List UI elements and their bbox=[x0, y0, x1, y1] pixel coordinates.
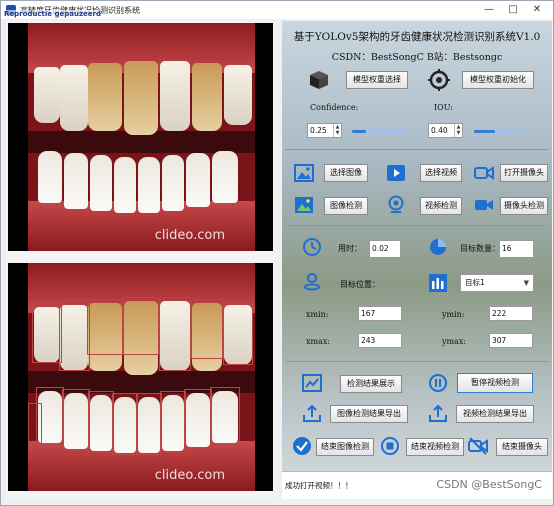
time-field[interactable]: 0.02 bbox=[369, 240, 401, 258]
xmin-label: xmin: bbox=[306, 310, 329, 319]
ymax-label: ymax: bbox=[442, 337, 467, 346]
location-person-icon bbox=[304, 273, 320, 291]
stop-circle-icon bbox=[381, 437, 399, 455]
clideo-watermark: clideo.com bbox=[154, 228, 225, 243]
clideo-watermark: clideo.com bbox=[154, 468, 225, 483]
ymin-label: ymin: bbox=[442, 310, 465, 319]
iou-label: IOU: bbox=[434, 103, 453, 112]
upload-icon bbox=[429, 404, 447, 422]
pie-chart-icon bbox=[430, 239, 446, 255]
xmax-field[interactable]: 243 bbox=[358, 333, 402, 348]
camera-off-icon bbox=[468, 437, 488, 455]
camera-detect-icon bbox=[475, 200, 493, 210]
image-icon bbox=[294, 164, 314, 182]
divider bbox=[285, 225, 549, 226]
select-weights-button[interactable]: 模型权重选择 bbox=[346, 71, 408, 89]
confidence-slider[interactable] bbox=[352, 129, 406, 133]
detection-box bbox=[159, 297, 191, 371]
detection-box bbox=[87, 299, 123, 355]
spin-arrows[interactable]: ▲ ▼ bbox=[333, 124, 341, 137]
detection-video-frame: clideo.com bbox=[8, 263, 273, 491]
end-video-detect-button[interactable]: 结束视频检测 bbox=[406, 438, 464, 456]
ymax-field[interactable]: 307 bbox=[489, 333, 533, 348]
export-video-results-button[interactable]: 视频检测结果导出 bbox=[456, 405, 534, 423]
cube-icon bbox=[310, 71, 328, 89]
time-label: 用时： bbox=[338, 244, 362, 253]
check-circle-icon bbox=[293, 437, 311, 455]
source-video-frame: clideo.com bbox=[8, 23, 273, 251]
video-detect-button[interactable]: 视频检测 bbox=[420, 197, 462, 215]
playback-paused-tag: Reproductie gepauzeerd bbox=[4, 10, 101, 18]
detection-box bbox=[136, 393, 162, 455]
select-video-button[interactable]: 选择视频 bbox=[420, 164, 462, 182]
divider bbox=[285, 149, 549, 150]
chevron-down-icon: ▼ bbox=[523, 279, 529, 287]
iou-slider-fill bbox=[474, 130, 495, 133]
video-play-icon bbox=[387, 165, 405, 181]
detection-box bbox=[112, 393, 138, 455]
ymin-field[interactable]: 222 bbox=[489, 306, 533, 321]
show-results-button[interactable]: 检测结果展示 bbox=[340, 375, 402, 393]
window-controls: — □ ✕ bbox=[477, 1, 549, 19]
xmax-label: xmax: bbox=[306, 337, 331, 346]
settings-target-icon bbox=[428, 69, 450, 91]
camera-detect-button[interactable]: 摄像头检测 bbox=[500, 197, 548, 215]
teeth-photo-detected: clideo.com bbox=[28, 263, 255, 491]
minimize-button[interactable]: — bbox=[477, 1, 501, 19]
pause-icon bbox=[429, 374, 447, 392]
detection-box bbox=[123, 297, 159, 355]
confidence-label: Confidence: bbox=[310, 103, 359, 112]
webcam-icon bbox=[388, 195, 404, 213]
divider bbox=[285, 361, 549, 362]
target-select-value: 目标1 bbox=[465, 278, 485, 287]
teeth-photo-original: clideo.com bbox=[28, 23, 255, 251]
maximize-button[interactable]: □ bbox=[501, 1, 525, 19]
confidence-slider-fill bbox=[352, 130, 366, 133]
open-camera-button[interactable]: 打开摄像头 bbox=[500, 164, 548, 182]
init-weights-button[interactable]: 模型权重初始化 bbox=[462, 71, 534, 89]
detection-box bbox=[191, 299, 223, 359]
confidence-value: 0.25 bbox=[310, 126, 327, 135]
xmin-field[interactable]: 167 bbox=[358, 306, 402, 321]
detection-box bbox=[32, 301, 62, 363]
status-message: 成功打开视频！！！ bbox=[285, 481, 353, 490]
app-window: 高精度牙齿健康状况检测识别系统 — □ ✕ Reproductie gepauz… bbox=[0, 0, 554, 506]
count-field[interactable]: 16 bbox=[499, 240, 534, 258]
bar-chart-icon bbox=[429, 274, 447, 292]
detection-box bbox=[59, 299, 90, 371]
iou-slider[interactable] bbox=[474, 129, 526, 133]
control-panel: 基于YOLOv5架构的牙齿健康状况检测识别系统V1.0 CSDN：BestSon… bbox=[282, 21, 552, 499]
detection-box bbox=[62, 389, 90, 451]
target-select[interactable]: 目标1 ▼ bbox=[460, 274, 534, 292]
detection-box bbox=[223, 301, 253, 365]
image-detect-icon bbox=[295, 197, 313, 213]
detection-box bbox=[88, 391, 114, 453]
iou-value: 0.40 bbox=[431, 126, 448, 135]
detection-box bbox=[184, 389, 212, 449]
pause-video-button[interactable]: 暂停视频检测 bbox=[457, 373, 533, 393]
csdn-watermark: CSDN @BestSongC bbox=[436, 478, 542, 491]
end-image-detect-button[interactable]: 结束图像检测 bbox=[316, 438, 374, 456]
line-chart-icon bbox=[302, 374, 322, 392]
export-image-results-button[interactable]: 图像检测结果导出 bbox=[330, 405, 408, 423]
upload-icon bbox=[303, 404, 321, 422]
image-detect-button[interactable]: 图像检测 bbox=[324, 197, 368, 215]
detection-box bbox=[160, 391, 186, 453]
video-panel: clideo.com clideo.com bbox=[6, 21, 274, 499]
clock-icon bbox=[303, 238, 321, 256]
select-image-button[interactable]: 选择图像 bbox=[324, 164, 368, 182]
detection-box bbox=[210, 387, 240, 445]
camera-icon bbox=[474, 166, 494, 180]
iou-spinbox[interactable]: 0.40 ▲ ▼ bbox=[428, 123, 463, 138]
position-label: 目标位置： bbox=[340, 280, 380, 289]
count-label: 目标数量： bbox=[460, 244, 500, 253]
spin-arrows[interactable]: ▲ ▼ bbox=[454, 124, 462, 137]
detection-box bbox=[28, 403, 42, 447]
panel-title: 基于YOLOv5架构的牙齿健康状况检测识别系统V1.0 bbox=[293, 31, 541, 43]
close-button[interactable]: ✕ bbox=[525, 1, 549, 19]
status-bar: 成功打开视频！！！ CSDN @BestSongC bbox=[282, 471, 552, 499]
confidence-spinbox[interactable]: 0.25 ▲ ▼ bbox=[307, 123, 342, 138]
end-camera-button[interactable]: 结束摄像头 bbox=[496, 438, 548, 456]
panel-subtitle: CSDN：BestSongC B站：Bestsongc bbox=[331, 52, 503, 63]
